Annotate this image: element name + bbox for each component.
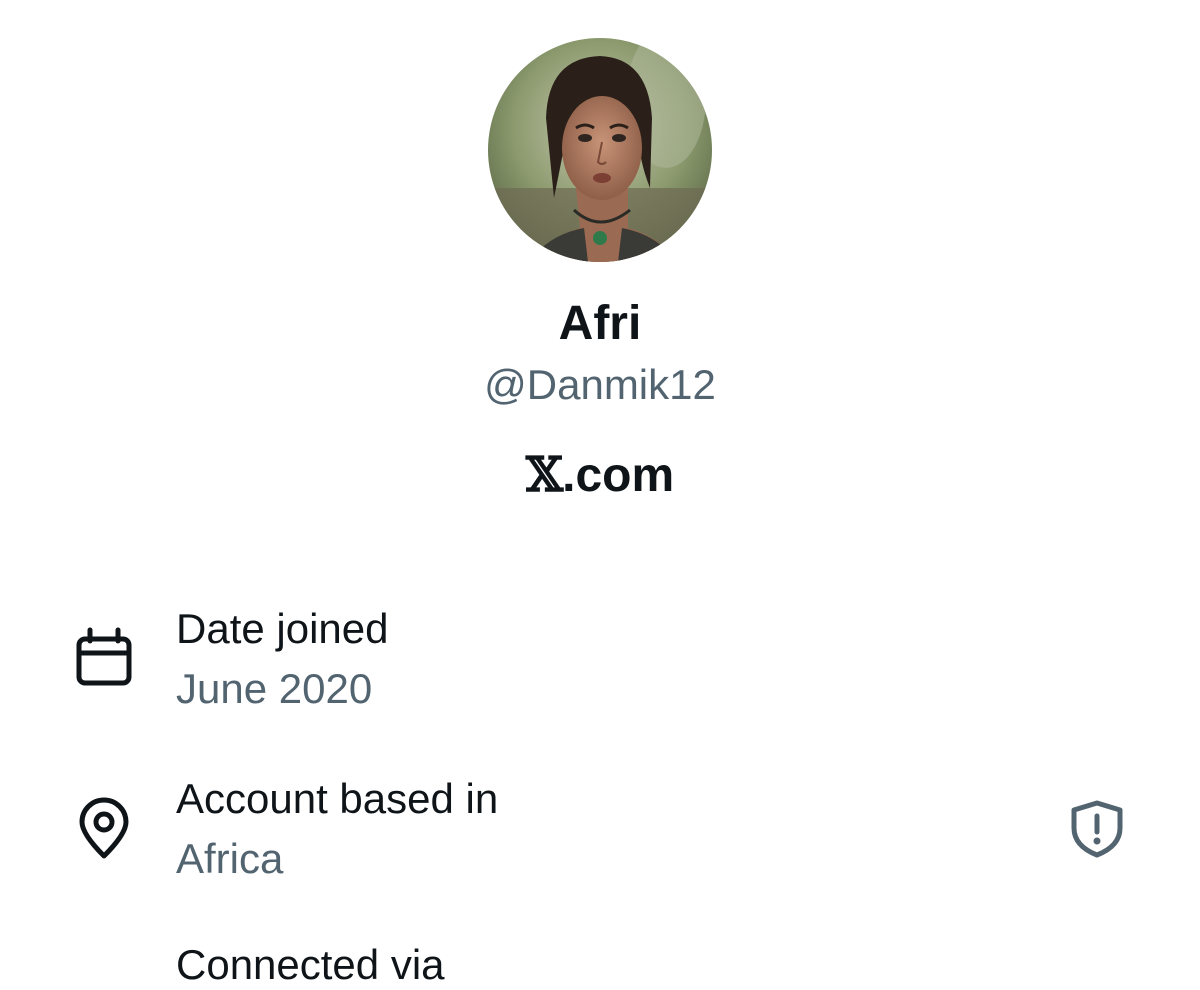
date-joined-label: Date joined	[176, 605, 389, 652]
connected-via-label: Connected via	[176, 941, 445, 988]
display-name: Afri	[558, 297, 642, 350]
user-handle: @Danmik12	[484, 361, 716, 408]
avatar-image	[488, 38, 712, 262]
date-joined-value: June 2020	[176, 665, 373, 712]
x-logo-mark: 𝕏	[525, 447, 563, 503]
avatar[interactable]	[488, 38, 712, 262]
calendar-icon	[72, 626, 136, 690]
site-label: 𝕏.com	[0, 446, 1200, 505]
account-based-in-value: Africa	[176, 835, 284, 882]
site-suffix: .com	[562, 449, 675, 502]
location-pin-icon	[72, 796, 136, 860]
account-based-in-label: Account based in	[176, 775, 499, 822]
shield-alert-icon[interactable]	[1068, 800, 1126, 858]
